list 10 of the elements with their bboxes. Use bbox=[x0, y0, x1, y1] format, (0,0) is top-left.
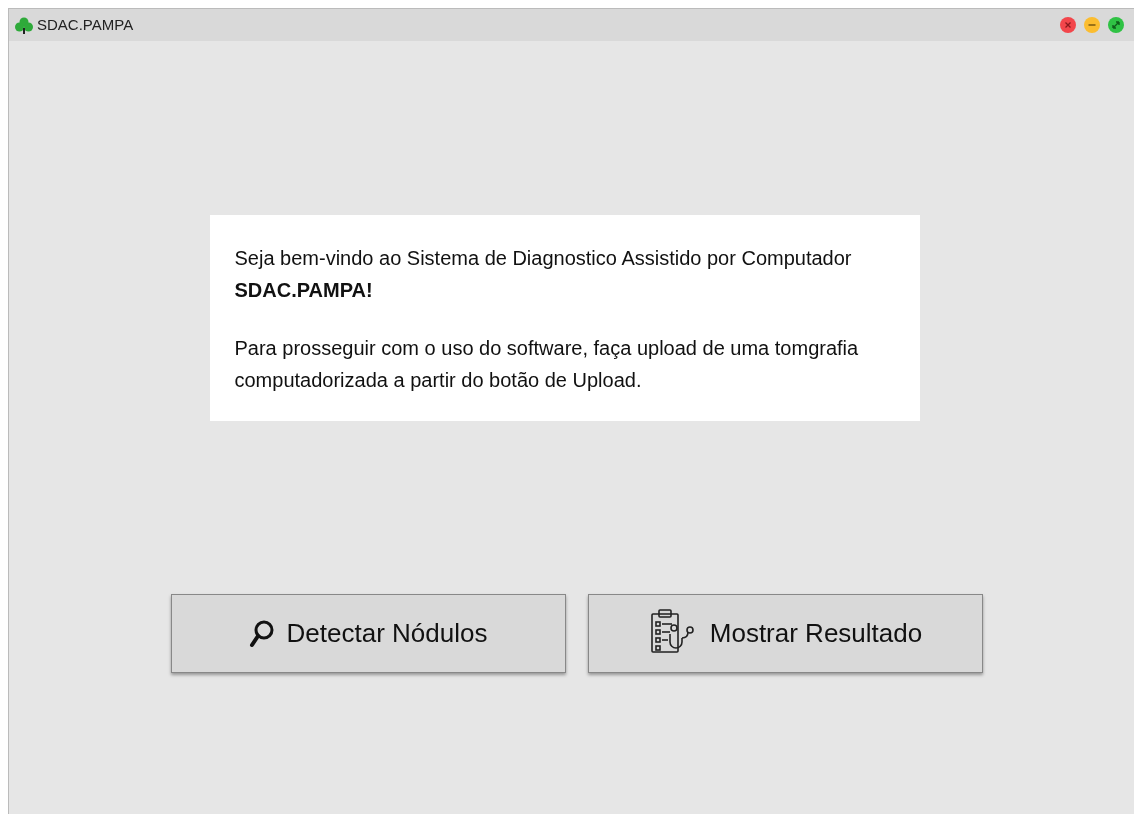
maximize-icon[interactable] bbox=[1108, 17, 1124, 33]
action-button[interactable]: Detectar Nódulos bbox=[170, 594, 566, 673]
welcome-text: Seja bem-vindo ao Sistema de Diagnostico Assistido por Computador SDAC.PAMPA! bbox=[234, 246, 853, 303]
action-button[interactable]: Mostrar Resultado bbox=[587, 594, 983, 673]
minimize-icon[interactable] bbox=[1084, 17, 1100, 33]
tree-icon bbox=[15, 16, 33, 34]
close-icon[interactable] bbox=[1060, 17, 1076, 33]
search-icon bbox=[248, 618, 275, 649]
welcome-text: Para prosseguir com o uso do software, faça upload de uma tomgrafia computadorizada a partir do botão de Upload. bbox=[234, 336, 860, 393]
window-title: SDAC.PAMPA bbox=[37, 14, 134, 35]
